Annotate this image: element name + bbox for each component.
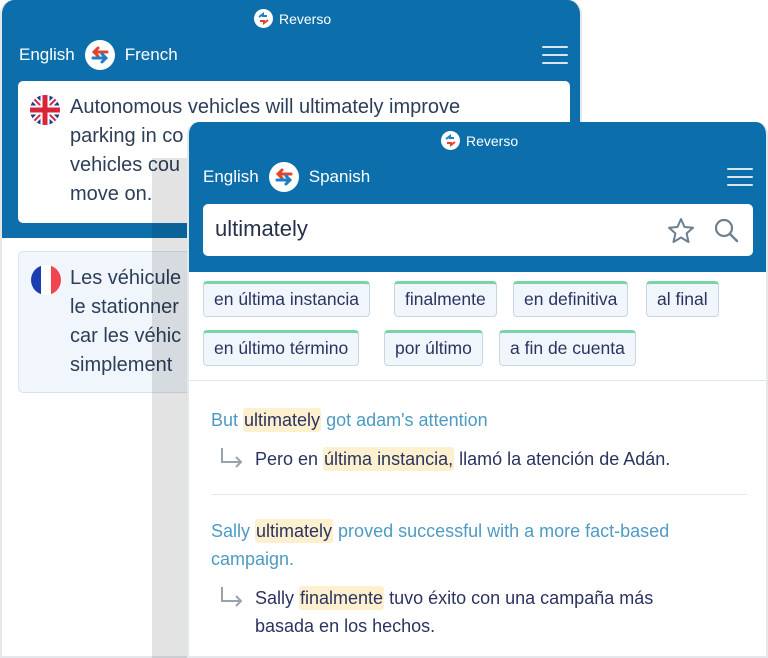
search-input[interactable]: ultimately [203, 204, 753, 256]
spanish-context-window: Reverso English Spanish ultimately en úl… [187, 122, 768, 658]
brand-name: Reverso [466, 132, 519, 149]
reverso-logo-icon [254, 9, 273, 28]
uk-flag-icon [30, 95, 60, 125]
swap-languages-icon[interactable] [268, 162, 299, 192]
reverso-logo-icon [441, 131, 460, 150]
search-query[interactable]: ultimately [215, 216, 308, 242]
highlight: última instancia, [323, 447, 455, 471]
translation-chip[interactable]: en última instancia [203, 281, 370, 317]
example-source: Sally ultimately proved successful with … [211, 517, 721, 573]
reply-arrow-icon [221, 448, 243, 468]
swap-languages-icon[interactable] [84, 40, 115, 70]
translation-chip[interactable]: a fin de cuenta [499, 330, 636, 366]
brand: Reverso [441, 131, 518, 150]
menu-icon[interactable] [542, 46, 568, 66]
translation-chip[interactable]: en último término [203, 330, 360, 366]
text: llamó la atención de Adán. [454, 449, 671, 469]
example-translation: Sally finalmente tuvo éxito con una camp… [211, 584, 705, 640]
search-icon[interactable] [713, 217, 741, 250]
highlight: finalmente [299, 586, 385, 610]
target-language[interactable]: French [125, 45, 178, 65]
text: But [211, 410, 244, 430]
reply-arrow-icon [221, 587, 243, 607]
menu-icon[interactable] [727, 168, 753, 188]
divider [211, 494, 747, 495]
brand-name: Reverso [279, 10, 332, 27]
translation-chip[interactable]: por último [384, 330, 483, 366]
text: got adam's attention [321, 410, 488, 430]
text: Pero en [255, 449, 324, 469]
divider [189, 380, 766, 381]
translation-chip[interactable]: al final [646, 281, 719, 317]
source-language[interactable]: English [19, 45, 75, 65]
text: Sally [211, 521, 256, 541]
target-language[interactable]: Spanish [309, 167, 370, 187]
language-selector: English Spanish [203, 162, 370, 192]
brand: Reverso [254, 9, 331, 28]
france-flag-icon [31, 265, 61, 295]
source-line: Autonomous vehicles will ultimately impr… [70, 96, 461, 118]
header: Reverso English Spanish ultimately [189, 122, 766, 272]
star-icon[interactable] [666, 216, 696, 251]
translation-chip[interactable]: en definitiva [513, 281, 629, 317]
panel-shadow [152, 158, 188, 658]
example-item: But ultimately got adam's attention Pero… [211, 406, 751, 473]
language-selector: English French [19, 40, 178, 70]
highlight: ultimately [255, 519, 334, 543]
text: Sally [255, 588, 300, 608]
translation-chip[interactable]: finalmente [394, 281, 497, 317]
highlight: ultimately [243, 408, 322, 432]
example-source: But ultimately got adam's attention [211, 406, 751, 434]
example-translation: Pero en última instancia, llamó la atenc… [211, 445, 751, 473]
example-item: Sally ultimately proved successful with … [211, 517, 721, 640]
source-language[interactable]: English [203, 167, 259, 187]
